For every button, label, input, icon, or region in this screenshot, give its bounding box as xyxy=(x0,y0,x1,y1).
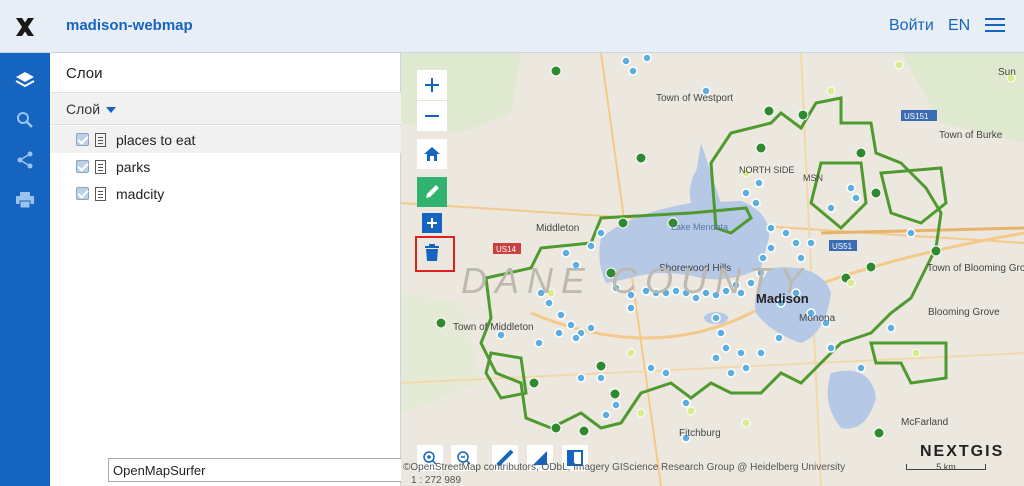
map-label: NORTH SIDE xyxy=(739,165,794,175)
language-button[interactable]: EN xyxy=(948,17,970,35)
scale-bar: 5 km xyxy=(906,452,986,474)
home-icon[interactable] xyxy=(417,139,447,169)
caret-down-icon xyxy=(106,107,117,114)
layer-dropdown-label: Слой xyxy=(66,101,101,117)
map-label: MSN xyxy=(803,173,823,183)
map-label: US51 xyxy=(832,242,853,251)
selection-highlight xyxy=(415,236,455,272)
app-title: madison-webmap xyxy=(66,17,193,34)
login-button[interactable]: Войти xyxy=(889,17,934,35)
svg-text:DANE COUNTY: DANE COUNTY xyxy=(461,260,811,301)
map-label: Town of Blooming Grove xyxy=(927,263,1024,274)
map-label: Middleton xyxy=(536,223,579,234)
map-label: US151 xyxy=(904,112,929,121)
map-label: Town of Middleton xyxy=(453,322,534,333)
zoom-out-icon[interactable] xyxy=(417,101,447,131)
zoom-in-icon[interactable] xyxy=(417,70,447,100)
add-feature-icon[interactable] xyxy=(422,213,442,233)
share-icon[interactable] xyxy=(0,140,50,180)
layer-label: places to eat xyxy=(116,131,196,148)
sidebar-nav xyxy=(0,53,50,486)
search-icon[interactable] xyxy=(0,100,50,140)
basemap-select[interactable]: OpenMapSurfer xyxy=(108,458,442,482)
app-header: madison-webmap Войти EN xyxy=(0,0,1024,53)
map-label: Blooming Grove xyxy=(928,307,1000,318)
layers-panel: Слои Слой places to eat parks madcity Op… xyxy=(50,53,442,486)
document-icon xyxy=(95,186,106,201)
x-logo-icon[interactable] xyxy=(0,0,50,53)
map-label: Sun xyxy=(998,67,1016,78)
layer-label: madcity xyxy=(116,185,165,202)
map-attribution: ©OpenStreetMap contributors, ODbL, Image… xyxy=(403,462,846,473)
map-label: Town of Westport xyxy=(656,93,733,104)
layer-checkbox[interactable] xyxy=(76,187,89,200)
print-icon[interactable] xyxy=(0,180,50,220)
map-label: Fitchburg xyxy=(679,428,721,439)
map-label: Town of Burke xyxy=(939,130,1003,141)
map-scale: 1 : 272 989 xyxy=(411,475,462,486)
hamburger-icon[interactable] xyxy=(985,18,1005,34)
layer-item[interactable]: places to eat xyxy=(50,126,401,153)
scale-bar-label: 5 km xyxy=(936,462,956,472)
layer-item[interactable]: parks xyxy=(50,153,401,180)
map-label: Lake Mendota xyxy=(671,222,728,232)
map-label: US14 xyxy=(496,245,517,254)
basemap-value: OpenMapSurfer xyxy=(113,463,206,478)
map-label: Monona xyxy=(799,313,836,324)
map-label: McFarland xyxy=(901,417,948,428)
layer-checkbox[interactable] xyxy=(76,133,89,146)
panel-title: Слои xyxy=(50,53,401,93)
document-icon xyxy=(95,132,106,147)
map-background: Town of Westport Town of Burke Middleton… xyxy=(401,53,1024,486)
layer-item[interactable]: madcity xyxy=(50,180,401,207)
document-icon xyxy=(95,159,106,174)
edit-pencil-icon[interactable] xyxy=(417,177,447,207)
layer-label: parks xyxy=(116,158,151,175)
layer-dropdown[interactable]: Слой xyxy=(50,93,401,125)
map-canvas[interactable]: Town of Westport Town of Burke Middleton… xyxy=(401,53,1024,486)
layer-checkbox[interactable] xyxy=(76,160,89,173)
layers-icon[interactable] xyxy=(0,60,50,100)
